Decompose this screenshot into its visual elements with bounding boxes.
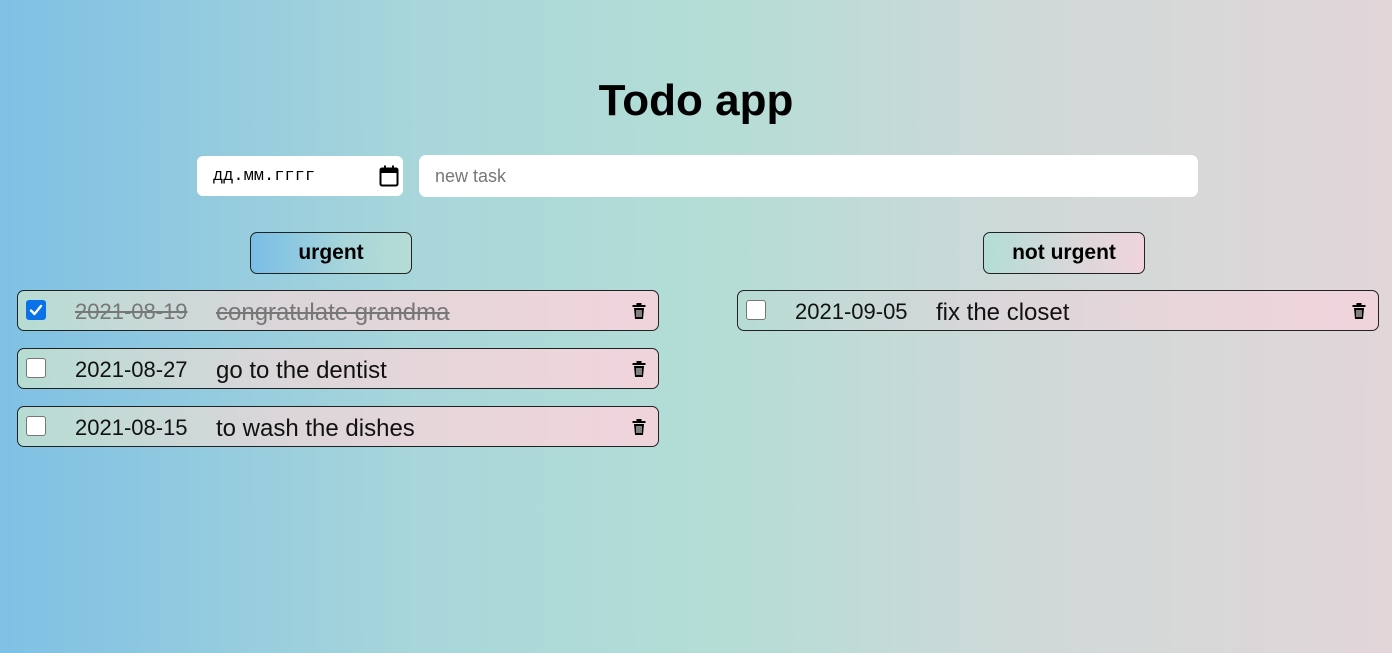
task-text: congratulate grandma: [216, 299, 450, 326]
task-date: 2021-09-05: [795, 299, 908, 324]
task-date: 2021-08-15: [75, 415, 188, 440]
task-date: 2021-08-27: [75, 357, 188, 382]
task-item: 2021-09-05 fix the closet: [737, 290, 1379, 331]
task-checkbox[interactable]: [26, 416, 46, 436]
task-text: to wash the dishes: [216, 415, 415, 442]
task-checkbox[interactable]: [26, 358, 46, 378]
task-item: 2021-08-19 congratulate grandma: [17, 290, 659, 331]
task-text: go to the dentist: [216, 357, 387, 384]
task-item: 2021-08-27 go to the dentist: [17, 348, 659, 389]
date-input[interactable]: дд.мм.гггг: [197, 156, 403, 196]
new-task-placeholder: new task: [435, 166, 507, 186]
trash-icon[interactable]: [1352, 303, 1366, 319]
check-icon: [29, 304, 43, 316]
trash-icon[interactable]: [632, 303, 646, 319]
not-urgent-category-button[interactable]: not urgent: [983, 232, 1145, 274]
new-task-input[interactable]: new task: [419, 155, 1198, 197]
task-text: fix the closet: [936, 299, 1070, 326]
page-title: Todo app: [598, 76, 794, 125]
task-date: 2021-08-19: [75, 299, 188, 324]
trash-icon[interactable]: [632, 361, 646, 377]
task-checkbox[interactable]: [746, 300, 766, 320]
task-checkbox[interactable]: [26, 300, 46, 320]
trash-icon[interactable]: [632, 419, 646, 435]
urgent-category-button[interactable]: urgent: [250, 232, 412, 274]
calendar-icon[interactable]: [379, 165, 399, 187]
date-input-placeholder: дд.мм.гггг: [213, 167, 316, 186]
task-item: 2021-08-15 to wash the dishes: [17, 406, 659, 447]
